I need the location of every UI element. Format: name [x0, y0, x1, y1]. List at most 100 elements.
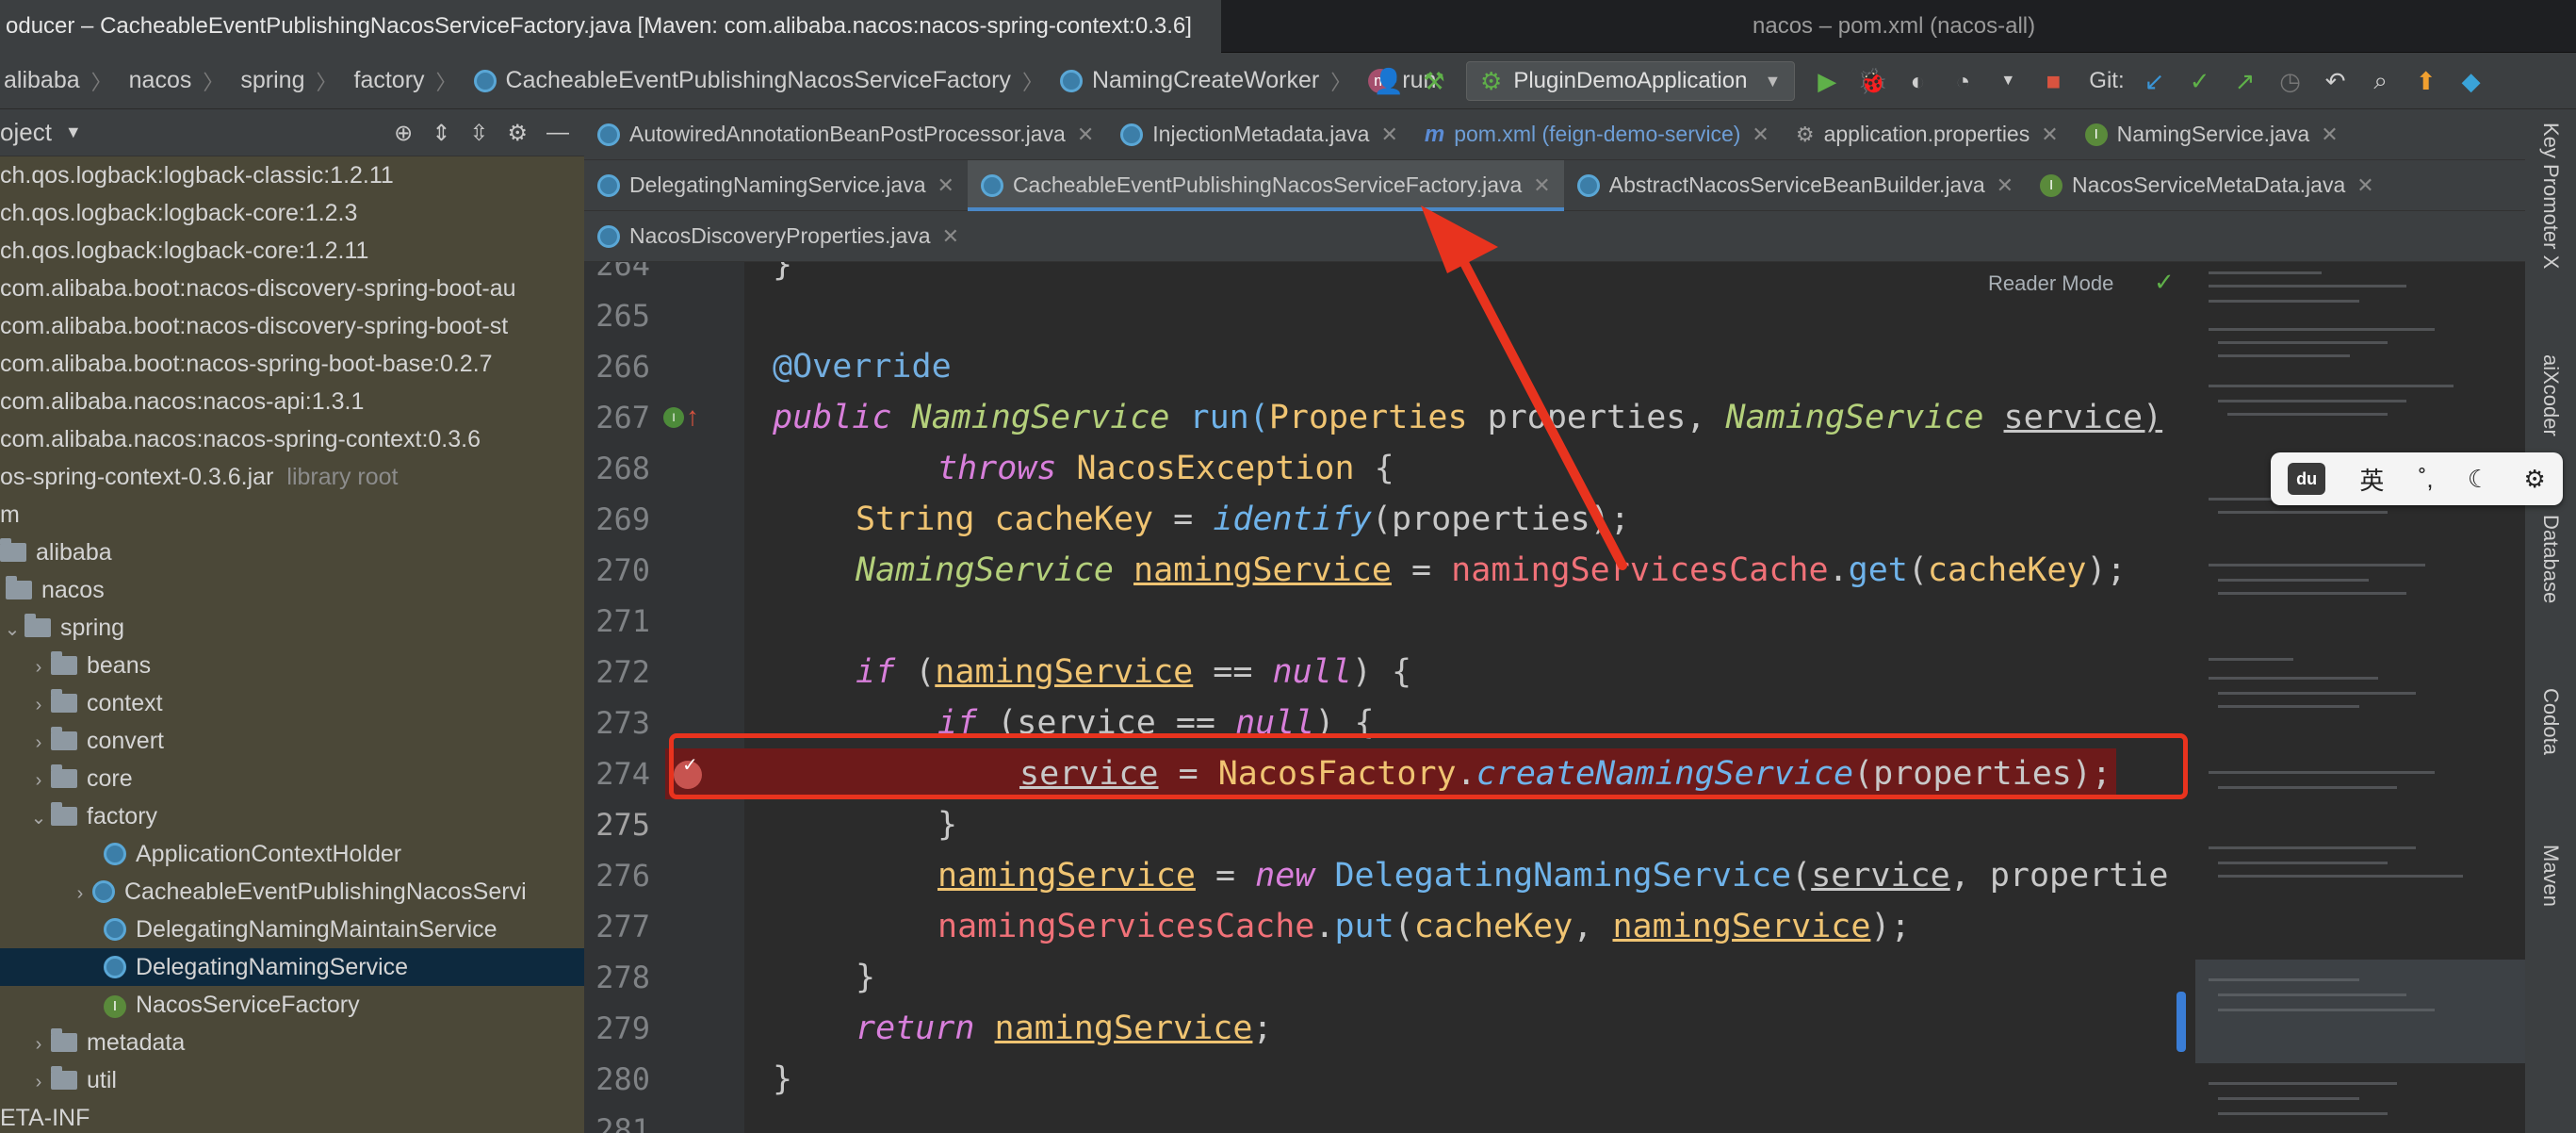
- tree-item[interactable]: ⌄ spring: [0, 609, 584, 647]
- rollback-icon[interactable]: ↶: [2319, 64, 2353, 98]
- tree-item[interactable]: com.alibaba.boot:nacos-discovery-spring-…: [0, 307, 584, 345]
- user-icon[interactable]: 👤: [1372, 64, 1406, 98]
- chevron-right-icon[interactable]: ›: [26, 686, 51, 724]
- gear-icon[interactable]: ⚙: [507, 120, 528, 147]
- chevron-down-icon[interactable]: ▼: [65, 123, 82, 142]
- minimap-viewport[interactable]: [2195, 960, 2525, 1063]
- input-method-bar[interactable]: du 英 ˚, ☾ ⚙: [2271, 452, 2563, 505]
- stop-icon[interactable]: ■: [2036, 64, 2070, 98]
- close-icon[interactable]: ✕: [1752, 123, 1769, 147]
- run-icon[interactable]: ▶: [1810, 64, 1844, 98]
- minimize-icon[interactable]: —: [546, 120, 569, 146]
- breadcrumb-item[interactable]: alibaba 〉: [0, 66, 125, 96]
- aixcoder-tool[interactable]: aiXcoder: [2538, 354, 2563, 436]
- run-configuration-select[interactable]: ⚙ PluginDemoApplication ▼: [1466, 61, 1796, 101]
- history-icon[interactable]: ◷: [2274, 64, 2307, 98]
- breadcrumb-item[interactable]: nacos 〉: [125, 66, 237, 96]
- tab-injection-metadata[interactable]: InjectionMetadata.java ✕: [1107, 109, 1411, 160]
- tree-item[interactable]: ⌄ factory: [0, 797, 584, 835]
- breadcrumb-item[interactable]: NamingCreateWorker 〉: [1056, 66, 1364, 96]
- code-editor[interactable]: Reader Mode ✓ 264} 265 266 @Override 267 …: [584, 262, 2195, 1133]
- chevron-right-icon[interactable]: ›: [26, 762, 51, 799]
- close-icon[interactable]: ✕: [1077, 123, 1094, 147]
- tree-item[interactable]: ApplicationContextHolder: [0, 835, 584, 873]
- tab-nacos-discovery-properties[interactable]: NacosDiscoveryProperties.java ✕: [584, 211, 972, 262]
- plugin-icon[interactable]: ◆: [2454, 64, 2488, 98]
- tree-item[interactable]: com.alibaba.nacos:nacos-spring-context:0…: [0, 420, 584, 458]
- tab-pom[interactable]: m pom.xml (feign-demo-service) ✕: [1411, 109, 1783, 160]
- tree-item[interactable]: › context: [0, 684, 584, 722]
- tree-item-selected[interactable]: DelegatingNamingService: [0, 948, 584, 986]
- git-update-icon[interactable]: ↙: [2138, 64, 2172, 98]
- chevron-right-icon[interactable]: ›: [26, 649, 51, 686]
- expand-all-icon[interactable]: ⇕: [432, 120, 450, 147]
- tree-item[interactable]: m: [0, 496, 584, 534]
- tree-item[interactable]: › convert: [0, 722, 584, 760]
- close-icon[interactable]: ✕: [1533, 173, 1550, 198]
- tab-delegating-naming-service[interactable]: DelegatingNamingService.java ✕: [584, 160, 968, 211]
- codota-tool[interactable]: Codota: [2538, 688, 2563, 755]
- tree-item[interactable]: nacos: [0, 571, 584, 609]
- breadcrumb-item[interactable]: factory 〉: [351, 66, 470, 96]
- tab-cacheable-factory[interactable]: CacheableEventPublishingNacosServiceFact…: [967, 159, 1564, 211]
- tree-item[interactable]: › beans: [0, 647, 584, 684]
- tree-item[interactable]: › util: [0, 1061, 584, 1099]
- chevron-right-icon[interactable]: ›: [26, 724, 51, 762]
- chevron-right-icon[interactable]: ›: [26, 1026, 51, 1063]
- close-icon[interactable]: ✕: [2321, 123, 2338, 147]
- close-icon[interactable]: ✕: [2041, 123, 2058, 147]
- editor-scrollbar[interactable]: [2177, 992, 2186, 1052]
- tree-item[interactable]: ch.qos.logback:logback-core:1.2.11: [0, 232, 584, 270]
- locate-icon[interactable]: ⊕: [394, 120, 413, 147]
- tree-item[interactable]: › CacheableEventPublishingNacosServi: [0, 873, 584, 911]
- git-push-icon[interactable]: ↗: [2228, 64, 2262, 98]
- chevron-down-icon[interactable]: ⌄: [26, 799, 51, 837]
- close-icon[interactable]: ✕: [937, 173, 954, 198]
- collapse-all-icon[interactable]: ⇳: [469, 120, 488, 147]
- project-view-selector[interactable]: oject: [0, 118, 52, 147]
- build-hammer-icon[interactable]: ⚒: [1417, 64, 1451, 98]
- ime-language-toggle[interactable]: 英: [2359, 462, 2384, 497]
- implements-gutter-icon[interactable]: I: [663, 407, 684, 428]
- moon-icon[interactable]: ☾: [2468, 465, 2489, 494]
- chevron-down-icon[interactable]: ▼: [1991, 64, 2025, 98]
- tree-item[interactable]: alibaba: [0, 534, 584, 571]
- close-icon[interactable]: ✕: [942, 224, 959, 249]
- breadcrumb-item[interactable]: spring 〉: [236, 66, 350, 96]
- search-icon[interactable]: ⌕: [2364, 64, 2398, 98]
- profile-icon[interactable]: ◔: [1946, 64, 1980, 98]
- breadcrumb-item[interactable]: CacheableEventPublishingNacosServiceFact…: [470, 66, 1056, 96]
- close-icon[interactable]: ✕: [1380, 123, 1397, 147]
- tab-autowired[interactable]: AutowiredAnnotationBeanPostProcessor.jav…: [584, 109, 1107, 160]
- tree-item[interactable]: DelegatingNamingMaintainService: [0, 911, 584, 948]
- tree-item[interactable]: os-spring-context-0.3.6.jar library root: [0, 458, 584, 496]
- tree-item[interactable]: ch.qos.logback:logback-classic:1.2.11: [0, 156, 584, 194]
- chevron-right-icon[interactable]: ›: [26, 1063, 51, 1101]
- tab-nacos-service-metadata[interactable]: I NacosServiceMetaData.java ✕: [2027, 160, 2388, 211]
- tab-naming-service[interactable]: I NamingService.java ✕: [2072, 109, 2352, 160]
- code-minimap[interactable]: [2195, 262, 2525, 1133]
- tree-item[interactable]: › metadata: [0, 1024, 584, 1061]
- key-promoter-tool[interactable]: Key Promoter X: [2538, 123, 2563, 269]
- close-icon[interactable]: ✕: [2356, 173, 2373, 198]
- database-tool[interactable]: Database: [2538, 515, 2563, 603]
- git-commit-icon[interactable]: ✓: [2183, 64, 2217, 98]
- tree-item[interactable]: com.alibaba.boot:nacos-spring-boot-base:…: [0, 345, 584, 383]
- coverage-icon[interactable]: ◐: [1900, 64, 1934, 98]
- tree-item[interactable]: I NacosServiceFactory: [0, 986, 584, 1024]
- update-icon[interactable]: ⬆: [2409, 64, 2443, 98]
- chevron-down-icon[interactable]: ⌄: [0, 611, 24, 649]
- gear-icon[interactable]: ⚙: [2523, 465, 2545, 494]
- close-icon[interactable]: ✕: [1997, 173, 2014, 198]
- maven-tool[interactable]: Maven: [2538, 845, 2563, 907]
- tree-item[interactable]: com.alibaba.nacos:nacos-api:1.3.1: [0, 383, 584, 420]
- chevron-right-icon[interactable]: ›: [68, 875, 92, 912]
- tab-application-properties[interactable]: ⚙ application.properties ✕: [1783, 109, 2072, 160]
- tree-item[interactable]: ETA-INF: [0, 1099, 584, 1133]
- punctuation-icon[interactable]: ˚,: [2419, 465, 2434, 494]
- tab-abstract-builder[interactable]: AbstractNacosServiceBeanBuilder.java ✕: [1564, 160, 2027, 211]
- tree-item[interactable]: com.alibaba.boot:nacos-discovery-spring-…: [0, 270, 584, 307]
- debug-icon[interactable]: 🐞: [1855, 64, 1889, 98]
- tree-item[interactable]: ch.qos.logback:logback-core:1.2.3: [0, 194, 584, 232]
- tree-item[interactable]: › core: [0, 760, 584, 797]
